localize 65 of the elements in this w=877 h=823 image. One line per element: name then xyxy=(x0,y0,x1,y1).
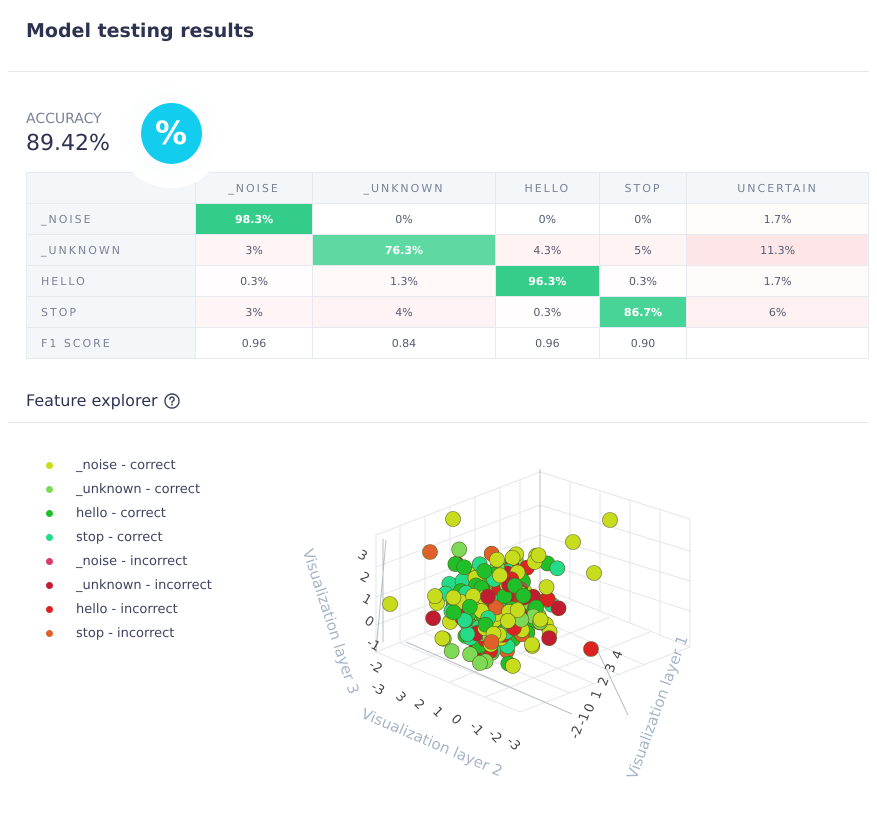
section-title: Feature explorer xyxy=(26,391,158,410)
legend-label[interactable]: hello - incorrect xyxy=(76,602,178,616)
accuracy-value: 89.42% xyxy=(26,130,111,156)
table-cell: 76.3% xyxy=(312,234,496,266)
axis-tick-label: 1 xyxy=(588,688,606,702)
legend-label[interactable]: hello - correct xyxy=(76,506,166,520)
axis-tick-label: -1 xyxy=(466,719,486,739)
axis-tick-label: 2 xyxy=(596,675,613,688)
accuracy-label: ACCURACY xyxy=(26,110,103,126)
axis-tick-label: -3 xyxy=(503,734,523,754)
axis-tick-label: -3 xyxy=(368,679,387,699)
table-cell: 6% xyxy=(686,296,868,328)
table-cell: 1.3% xyxy=(312,266,496,296)
column-header: HELLO xyxy=(495,172,600,204)
row-header: _NOISE xyxy=(26,204,196,234)
table-cell: 86.7% xyxy=(599,296,687,328)
table-cell: 3% xyxy=(196,234,313,266)
column-header: _NOISE xyxy=(196,172,313,204)
axis-tick-label: 4 xyxy=(610,648,627,662)
table-cell: 0.90 xyxy=(599,328,687,358)
table-cell: 4.3% xyxy=(495,234,600,266)
table-cell: 1.7% xyxy=(686,266,868,296)
row-header: F1 SCORE xyxy=(26,328,196,358)
legend-label[interactable]: _unknown - correct xyxy=(76,482,200,496)
percent-badge: % xyxy=(140,102,202,164)
axis-tick-label: -2 xyxy=(484,726,504,746)
table-cell: 0% xyxy=(495,204,600,234)
table-cell: 3% xyxy=(196,296,313,328)
column-header: UNCERTAIN xyxy=(686,172,868,204)
axis-tick-label: 2 xyxy=(410,696,428,714)
table-cell: 0.3% xyxy=(495,296,600,328)
column-header: _UNKNOWN xyxy=(312,172,496,204)
axis-tick-label: -2 xyxy=(366,657,385,677)
help-icon[interactable] xyxy=(164,392,180,408)
table-cell: 0.96 xyxy=(495,328,600,358)
row-header: STOP xyxy=(26,296,196,328)
row-header: HELLO xyxy=(26,266,196,296)
legend-label[interactable]: _noise - incorrect xyxy=(76,554,188,568)
table-cell: 4% xyxy=(312,296,496,328)
column-header: STOP xyxy=(599,172,687,204)
table-cell: 0.3% xyxy=(196,266,313,296)
legend-label[interactable]: _noise - correct xyxy=(76,458,176,472)
table-cell: 0.84 xyxy=(312,328,496,358)
table-cell: 98.3% xyxy=(196,204,313,234)
axis-tick-label: -1 xyxy=(364,635,383,655)
axis-tick-label: 3 xyxy=(392,689,409,706)
axis-tick-label: 2 xyxy=(357,569,372,587)
page-title: Model testing results xyxy=(25,19,256,44)
table-cell: 96.3% xyxy=(495,266,600,296)
row-header: _UNKNOWN xyxy=(26,234,196,266)
table-cell: 0.96 xyxy=(196,328,313,358)
table-cell: 1.7% xyxy=(686,204,868,234)
legend-label[interactable]: _unknown - incorrect xyxy=(76,578,212,592)
table-cell: 5% xyxy=(599,234,687,266)
axis-tick-label: 1 xyxy=(359,591,374,609)
table-cell: 0% xyxy=(312,204,496,234)
axis-tick-label: 0 xyxy=(448,712,464,728)
legend-label[interactable]: stop - incorrect xyxy=(76,626,174,640)
table-cell: 11.3% xyxy=(686,234,868,266)
table-cell: 0% xyxy=(599,204,687,234)
legend-label[interactable]: stop - correct xyxy=(76,530,163,544)
axis-tick-label: 0 xyxy=(362,613,376,631)
axis-tick-label: 3 xyxy=(355,547,370,565)
axis-tick-label: 3 xyxy=(602,662,620,675)
table-cell: 0.3% xyxy=(599,266,687,296)
